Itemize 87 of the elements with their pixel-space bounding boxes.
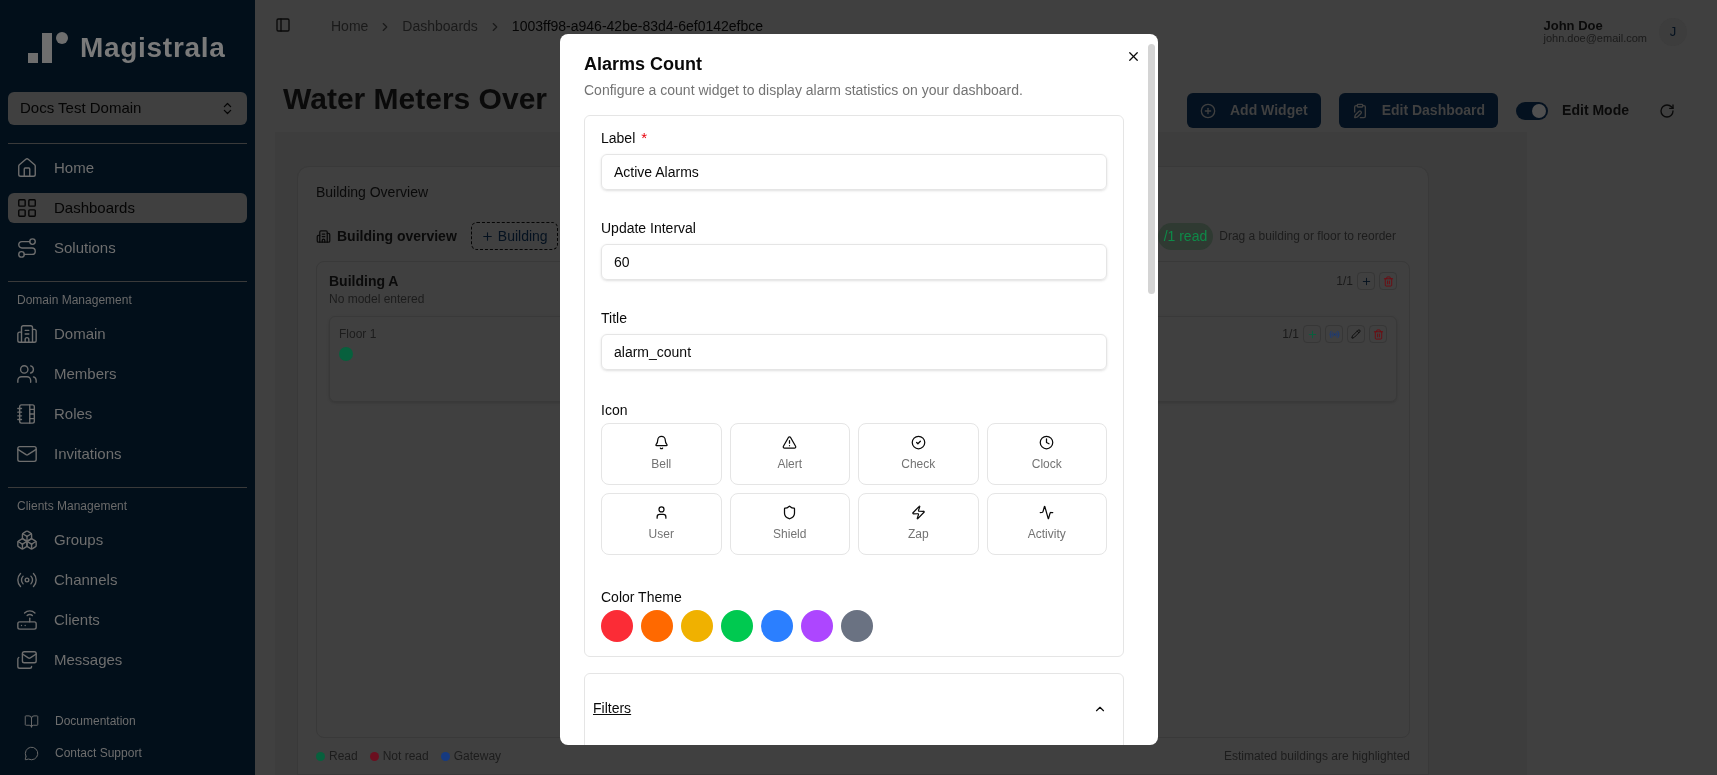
field-label: Color Theme <box>601 588 683 604</box>
plus-icon <box>1360 275 1372 287</box>
building-icon <box>316 228 331 244</box>
sidebar-item[interactable]: Dashboards <box>8 193 247 223</box>
sidebar-toggle-icon[interactable] <box>275 17 291 33</box>
clipboard-icon <box>1351 102 1368 119</box>
domain-select[interactable]: Docs Test Domain <box>8 92 247 125</box>
dialog-title: Alarms Count <box>584 53 703 76</box>
refresh-icon[interactable] <box>1659 102 1675 119</box>
sidebar-item[interactable]: Solutions <box>8 233 247 263</box>
sidebar-item[interactable]: Home <box>8 153 247 183</box>
edit-button[interactable] <box>1347 325 1365 343</box>
plus-icon <box>480 229 494 243</box>
trash-icon <box>1372 328 1384 340</box>
footer-link[interactable]: Contact Support <box>8 743 247 763</box>
field-label: Title <box>601 309 627 328</box>
toggle-switch[interactable] <box>1516 101 1549 120</box>
footer-link[interactable]: Documentation <box>8 711 247 731</box>
icon-option[interactable]: Activity <box>986 493 1107 555</box>
color-swatch[interactable] <box>761 610 793 642</box>
sidebar-item[interactable]: Members <box>8 359 247 389</box>
sidebar-item[interactable]: Domain <box>8 319 247 349</box>
icon-option[interactable]: Clock <box>986 423 1107 485</box>
building-icon <box>16 323 38 345</box>
user-icon <box>653 505 669 520</box>
sidebar-item[interactable]: Invitations <box>8 439 247 469</box>
sidebar-item[interactable]: Roles <box>8 399 247 429</box>
input-field[interactable]: alarm_count <box>601 334 1107 370</box>
add-floor-button[interactable] <box>1357 272 1375 290</box>
radio-icon <box>1328 328 1340 340</box>
mail-icon <box>16 443 38 465</box>
color-swatch[interactable] <box>681 610 713 642</box>
icon-option[interactable]: Zap <box>858 493 979 555</box>
field-label: Update Interval <box>601 219 696 238</box>
gateway-button[interactable] <box>1325 325 1343 343</box>
color-swatch[interactable] <box>601 610 633 642</box>
icon-option[interactable]: User <box>601 493 722 555</box>
dialog-description: Configure a count widget to display alarm statistics on your dashboard. <box>584 81 1024 100</box>
filters-toggle[interactable]: Filters <box>593 698 1115 719</box>
boxes-icon <box>16 529 38 551</box>
field-label: Label <box>601 129 636 148</box>
clock-icon <box>1039 435 1055 450</box>
router-icon <box>16 609 38 631</box>
check-circle-icon <box>910 435 926 450</box>
bell-icon <box>653 435 669 450</box>
pulse-icon <box>1039 505 1055 520</box>
lightning-icon <box>910 505 926 520</box>
section-heading: Clients Management <box>16 498 129 515</box>
icon-option[interactable]: Bell <box>601 423 722 485</box>
color-swatch[interactable] <box>801 610 833 642</box>
delete-button[interactable] <box>1379 272 1397 290</box>
icon-option[interactable]: Alert <box>729 423 850 485</box>
section-heading: Domain Management <box>16 292 133 309</box>
notebook-icon <box>16 403 38 425</box>
route-icon <box>16 237 38 259</box>
color-swatch[interactable] <box>721 610 753 642</box>
sidebar-item[interactable]: Messages <box>8 645 247 675</box>
home-icon <box>16 157 38 179</box>
pencil-icon <box>1351 329 1361 339</box>
sidebar-item[interactable]: Channels <box>8 565 247 595</box>
book-icon <box>24 713 39 729</box>
icon-option[interactable]: Check <box>858 423 979 485</box>
plus-icon <box>1306 328 1318 340</box>
color-swatch[interactable] <box>641 610 673 642</box>
sidebar-item[interactable]: Groups <box>8 525 247 555</box>
sidebar-item[interactable]: Clients <box>8 605 247 635</box>
plus-circle-icon <box>1200 102 1216 119</box>
scrollbar[interactable] <box>1148 44 1155 294</box>
logo-text: Magistrala <box>80 31 226 65</box>
add-meter-button[interactable] <box>1303 325 1321 343</box>
read-badge: /1 read <box>1157 222 1214 250</box>
field-label: Icon <box>601 401 629 417</box>
grid-icon <box>16 197 38 219</box>
input-field[interactable]: Active Alarms <box>601 154 1107 190</box>
shield-icon <box>782 505 798 520</box>
input-field[interactable]: 60 <box>601 244 1107 280</box>
trash-icon <box>1382 275 1394 287</box>
close-icon[interactable] <box>1126 49 1141 64</box>
chat-icon <box>24 745 39 761</box>
breadcrumb-link[interactable]: 1003ff98-a946-42be-83d4-6ef0142efbce <box>511 16 764 37</box>
delete-button[interactable] <box>1369 325 1387 343</box>
icon-option[interactable]: Shield <box>729 493 850 555</box>
mails-icon <box>16 649 38 671</box>
users-icon <box>16 363 38 385</box>
warning-icon <box>782 435 798 450</box>
required-mark: * <box>641 128 648 149</box>
color-swatch[interactable] <box>841 610 873 642</box>
